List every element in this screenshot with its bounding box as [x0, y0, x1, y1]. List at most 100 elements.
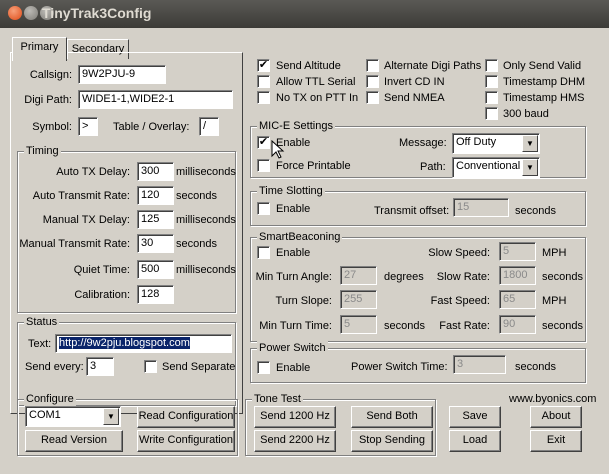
auto-tx-delay-label: Auto TX Delay: [56, 166, 130, 178]
timestamp-dhm-checkbox[interactable] [485, 75, 498, 88]
timestamp-hms-checkbox[interactable] [485, 91, 498, 104]
smartbeaconing-enable-label: Enable [276, 247, 311, 259]
fast-rate-label: Fast Rate: [439, 320, 490, 332]
time-slotting-title: Time Slotting [257, 184, 325, 198]
slow-rate-unit: seconds [542, 271, 583, 283]
quiet-time-input[interactable]: 500 [137, 260, 174, 279]
mice-enable-checkbox[interactable]: ✔ [257, 136, 270, 149]
write-configuration-button[interactable]: Write Configuration [137, 430, 235, 452]
send-nmea-checkbox[interactable] [366, 91, 379, 104]
send-2200hz-button[interactable]: Send 2200 Hz [254, 430, 336, 452]
fast-rate-input[interactable]: 90 [499, 315, 536, 334]
force-printable-checkbox[interactable] [257, 159, 270, 172]
turn-slope-label: Turn Slope: [275, 295, 332, 307]
port-select[interactable]: COM1 ▼ [25, 406, 121, 427]
send-every-label: Send every: [25, 361, 84, 373]
callsign-input[interactable]: 9W2PJU-9 [78, 65, 166, 84]
website-link[interactable]: www.byonics.com [509, 391, 596, 407]
min-turn-angle-input[interactable]: 27 [340, 266, 377, 285]
power-switch-time-unit: seconds [515, 361, 556, 373]
invert-cd-in-label: Invert CD IN [384, 76, 445, 88]
about-button[interactable]: About [530, 406, 582, 428]
read-version-button[interactable]: Read Version [25, 430, 123, 452]
turn-slope-input[interactable]: 255 [340, 290, 377, 309]
smartbeaconing-title: SmartBeaconing [257, 230, 343, 244]
message-select[interactable]: Off Duty ▼ [452, 133, 540, 154]
save-button[interactable]: Save [449, 406, 501, 428]
auto-transmit-rate-unit: seconds [176, 190, 217, 202]
power-switch-title: Power Switch [257, 341, 328, 355]
no-tx-on-ptt-in-checkbox[interactable] [257, 91, 270, 104]
min-turn-angle-label: Min Turn Angle: [255, 271, 332, 283]
exit-button[interactable]: Exit [530, 430, 582, 452]
only-send-valid-checkbox[interactable] [485, 59, 498, 72]
transmit-offset-input[interactable]: 15 [453, 198, 509, 217]
fast-speed-input[interactable]: 65 [499, 290, 536, 309]
send-altitude-label: Send Altitude [276, 60, 341, 72]
read-configuration-button[interactable]: Read Configuration [137, 406, 235, 428]
auto-tx-delay-unit: milliseconds [176, 166, 236, 178]
send-1200hz-button[interactable]: Send 1200 Hz [254, 406, 336, 428]
power-switch-time-label: Power Switch Time: [351, 361, 448, 373]
allow-ttl-serial-checkbox[interactable] [257, 75, 270, 88]
send-nmea-label: Send NMEA [384, 92, 445, 104]
status-text-input[interactable]: http://9w2pju.blogspot.com [55, 334, 232, 353]
auto-tx-delay-input[interactable]: 300 [137, 162, 174, 181]
path-label: Path: [420, 161, 446, 173]
path-select[interactable]: Conventional ▼ [452, 157, 540, 178]
send-both-button[interactable]: Send Both [351, 406, 433, 428]
300-baud-label: 300 baud [503, 108, 549, 120]
manual-transmit-rate-label: Manual Transmit Rate: [19, 238, 130, 250]
no-tx-on-ptt-in-label: No TX on PTT In [276, 92, 359, 104]
fast-speed-label: Fast Speed: [430, 295, 490, 307]
configure-title: Configure [24, 392, 76, 406]
slow-rate-input[interactable]: 1800 [499, 266, 536, 285]
load-button[interactable]: Load [449, 430, 501, 452]
symbol-label: Symbol: [32, 121, 72, 133]
manual-tx-delay-input[interactable]: 125 [137, 210, 174, 229]
time-slotting-enable-label: Enable [276, 203, 311, 215]
manual-tx-delay-unit: milliseconds [176, 214, 236, 226]
quiet-time-label: Quiet Time: [73, 264, 130, 276]
alternate-digi-paths-checkbox[interactable] [366, 59, 379, 72]
table-overlay-input[interactable]: / [199, 117, 219, 136]
digipath-label: Digi Path: [24, 94, 72, 106]
stop-sending-button[interactable]: Stop Sending [351, 430, 433, 452]
manual-transmit-rate-input[interactable]: 30 [137, 234, 174, 253]
alternate-digi-paths-label: Alternate Digi Paths [384, 60, 482, 72]
power-switch-enable-checkbox[interactable] [257, 361, 270, 374]
chevron-down-icon[interactable]: ▼ [103, 408, 119, 425]
min-turn-time-label: Min Turn Time: [259, 320, 332, 332]
close-window-button[interactable] [8, 6, 22, 20]
chevron-down-icon[interactable]: ▼ [522, 135, 538, 152]
tab-primary[interactable]: Primary [12, 37, 67, 61]
minimize-window-button[interactable] [24, 6, 38, 20]
callsign-label: Callsign: [29, 69, 72, 81]
auto-transmit-rate-input[interactable]: 120 [137, 186, 174, 205]
title-bar[interactable]: TinyTrak3Config [0, 0, 609, 28]
calibration-input[interactable]: 128 [137, 285, 174, 304]
power-switch-time-input[interactable]: 3 [453, 355, 506, 374]
invert-cd-in-checkbox[interactable] [366, 75, 379, 88]
chevron-down-icon[interactable]: ▼ [522, 159, 538, 176]
mice-settings-title: MIC-E Settings [257, 119, 335, 133]
symbol-input[interactable]: > [78, 117, 98, 136]
300-baud-checkbox[interactable] [485, 107, 498, 120]
manual-tx-delay-label: Manual TX Delay: [42, 214, 130, 226]
tone-test-title: Tone Test [252, 392, 303, 406]
fast-speed-unit: MPH [542, 295, 567, 307]
send-every-input[interactable]: 3 [86, 357, 114, 376]
digipath-input[interactable]: WIDE1-1,WIDE2-1 [78, 90, 233, 109]
slow-speed-input[interactable]: 5 [499, 242, 536, 261]
time-slotting-enable-checkbox[interactable] [257, 202, 270, 215]
status-text-label: Text: [28, 338, 52, 350]
transmit-offset-unit: seconds [515, 205, 556, 217]
timestamp-hms-label: Timestamp HMS [503, 92, 585, 104]
allow-ttl-serial-label: Allow TTL Serial [276, 76, 356, 88]
slow-speed-unit: MPH [542, 247, 567, 259]
smartbeaconing-enable-checkbox[interactable] [257, 246, 270, 259]
slow-speed-label: Slow Speed: [428, 247, 490, 259]
send-altitude-checkbox[interactable]: ✔ [257, 59, 270, 72]
min-turn-time-input[interactable]: 5 [340, 315, 377, 334]
send-separate-checkbox[interactable] [144, 360, 157, 373]
